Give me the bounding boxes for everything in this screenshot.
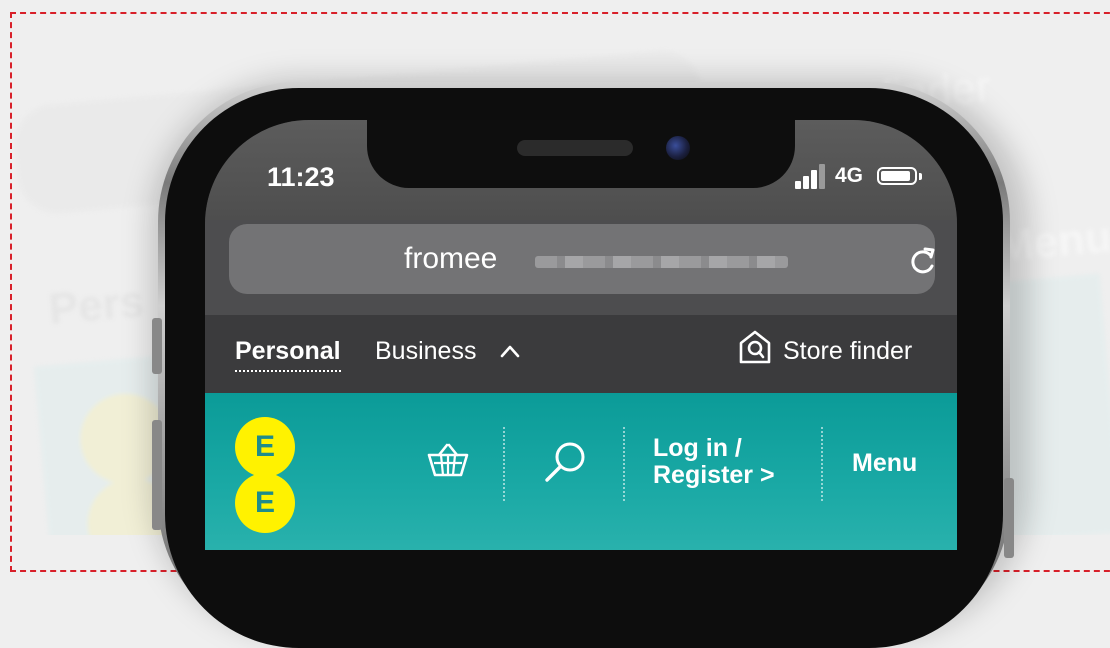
register-line: Register > [653,461,775,489]
tab-personal[interactable]: Personal [235,337,341,372]
battery-tip [919,173,922,180]
basket-icon[interactable] [427,443,469,477]
url-text: fromee [404,242,498,275]
search-icon[interactable] [543,439,589,485]
chevron-up-icon[interactable] [499,341,521,361]
login-line: Log in / [653,434,742,462]
status-indicators: 4G [795,164,935,194]
ee-logo-letter: E [235,417,295,477]
segment-bar: Personal Business Store finder [205,315,957,393]
url-redacted [535,256,788,268]
power-button [1004,478,1014,558]
reload-icon[interactable] [907,244,939,276]
volume-button [152,420,162,530]
store-location-icon[interactable] [738,329,772,365]
header-divider [821,427,823,501]
phone-screen: 11:23 4G fromee Personal Business Store … [205,120,957,550]
address-bar[interactable]: fromee [229,224,935,294]
battery-fill [881,171,910,181]
network-type: 4G [835,164,864,187]
browser-toolbar: fromee [205,220,957,315]
status-bar: 11:23 4G [205,120,957,220]
menu-button[interactable]: Menu [852,449,917,478]
header-divider [623,427,625,501]
ee-header: E E Log in / Register > Menu [205,393,957,550]
ee-logo[interactable]: E E [235,417,299,537]
store-finder-link[interactable]: Store finder [783,337,912,366]
status-time: 11:23 [267,162,335,192]
header-divider [503,427,505,501]
tab-business[interactable]: Business [375,337,476,366]
signal-strength-icon [795,164,825,189]
notch [367,120,795,188]
login-register-link[interactable]: Log in / Register > [653,435,813,489]
ee-logo-letter: E [235,473,295,533]
front-camera [666,136,690,160]
mute-switch [152,318,162,374]
speaker-grille [517,140,633,156]
battery-icon [877,167,917,185]
